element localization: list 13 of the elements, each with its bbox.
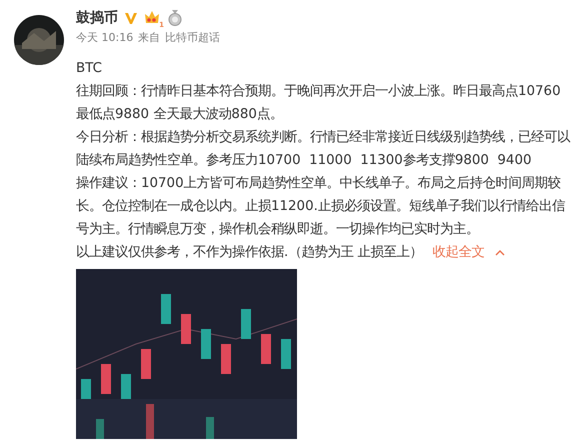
post-paragraph: 往期回顾：行情昨日基本符合预期。于晚间再次开启一小波上涨。昨日最高点10760 最低点9880 全天最大波动880点。	[76, 82, 562, 124]
source-link[interactable]: 比特币超话	[165, 30, 220, 45]
collapse-link[interactable]: 收起全文	[432, 241, 485, 264]
source-label: 来自	[138, 30, 160, 45]
verified-v-icon	[124, 11, 138, 25]
post-time[interactable]: 今天 10:16	[76, 30, 134, 45]
caret-up-icon[interactable]	[494, 249, 505, 256]
username[interactable]: 鼓捣币	[76, 9, 118, 27]
post-paragraph: 操作建议：10700上方皆可布局趋势性空单。中长线单子。布局之后持仓时间周期较长。仓位控制在一成仓以内。止损11200.止损必须设置。短线单子我们以行情给出信号为主。行情瞬息万变，操作机会稍纵即逝。一切操作均已实时为主。	[76, 174, 566, 239]
post-paragraph: BTC	[76, 60, 103, 78]
medal-icon	[168, 10, 182, 26]
post-paragraph: 以上建议仅供参考，不作为操作依据.（趋势为王 止损至上）	[76, 244, 423, 262]
post-paragraph: 今日分析：根据趋势分析交易系统判断。行情已经非常接近日线级别趋势线，已经可以陆续布局趋势性空单。参考压力10700 11000 11300参考支撑9800 9400	[76, 128, 572, 170]
